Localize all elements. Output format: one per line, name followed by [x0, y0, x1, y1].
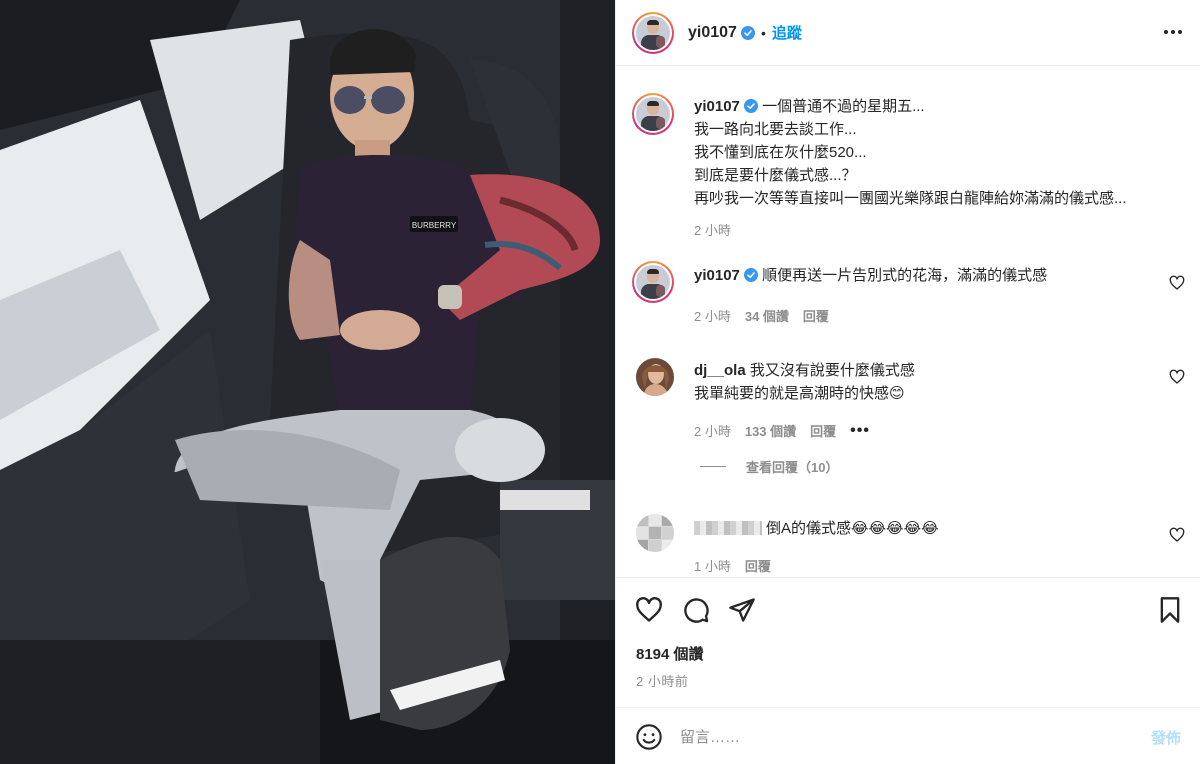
smiley-icon[interactable]	[635, 723, 663, 751]
author-username[interactable]: yi0107	[688, 24, 737, 42]
caption: yi0107 一個普通不過的星期五... 我一路向北要去談工作... 我不懂到底…	[632, 93, 1187, 243]
blurred-username	[694, 521, 762, 535]
post-photo[interactable]: BURBERRY	[0, 0, 615, 764]
comment-input[interactable]	[680, 722, 1120, 752]
header-separator: •	[760, 24, 766, 41]
comment-composer: 發佈	[616, 707, 1200, 764]
comment-timestamp: 2 小時	[694, 424, 731, 439]
post-detail-panel: yi0107 • 追蹤 yi0107 一個普通不過的星期五... 我一路向北要去…	[615, 0, 1200, 764]
post-header: yi0107 • 追蹤	[616, 0, 1200, 66]
caption-line: 我一路向北要去談工作...	[694, 121, 857, 138]
comment-text: 順便再送一片告別式的花海，滿滿的儀式感	[762, 267, 1048, 284]
post-comment-button[interactable]: 發佈	[1151, 727, 1181, 748]
bookmark-icon[interactable]	[1156, 596, 1184, 624]
comments-list[interactable]: yi0107 一個普通不過的星期五... 我一路向北要去談工作... 我不懂到底…	[616, 67, 1200, 576]
caption-username[interactable]: yi0107	[694, 98, 740, 115]
verified-badge-icon	[743, 99, 758, 113]
author-avatar[interactable]	[632, 11, 674, 54]
comment-item: dj__ola 我又沒有說要什麼儀式感 我單純要的就是高潮時的快感😊 2 小時 …	[632, 357, 1187, 467]
post-time: 2 小時前	[636, 674, 689, 689]
more-options-icon[interactable]	[1161, 22, 1185, 42]
view-replies-button[interactable]: 查看回覆（10）	[700, 457, 838, 476]
caption-avatar[interactable]	[632, 93, 674, 135]
view-replies-line	[700, 466, 726, 467]
heart-icon[interactable]	[1169, 275, 1185, 291]
heart-icon[interactable]	[635, 596, 663, 624]
comment-timestamp: 2 小時	[694, 309, 731, 324]
comment-item: yi0107 順便再送一片告別式的花海，滿滿的儀式感 2 小時 34 個讚 回覆	[632, 261, 1187, 331]
caption-timestamp: 2 小時	[694, 223, 731, 238]
verified-badge-icon	[743, 268, 758, 282]
likes-count[interactable]: 8194 個讚	[636, 643, 704, 664]
comment-username[interactable]: yi0107	[694, 267, 740, 284]
comment-text: 倒A的儀式感😂😂😂😂😂	[766, 520, 939, 537]
comment-text: 我單純要的就是高潮時的快感😊	[694, 385, 905, 402]
reply-button[interactable]: 回覆	[745, 556, 771, 575]
caption-line: 一個普通不過的星期五...	[762, 98, 925, 115]
comment-more-icon[interactable]: •••	[850, 422, 870, 440]
caption-line: 再吵我一次等等直接叫一團國光樂隊跟白龍陣給妳滿滿的儀式感...	[694, 190, 1127, 207]
reply-button[interactable]: 回覆	[803, 306, 829, 325]
comment-username[interactable]: dj__ola	[694, 362, 746, 379]
comment-avatar[interactable]	[632, 261, 674, 303]
heart-icon[interactable]	[1169, 369, 1185, 385]
view-replies-label: 查看回覆（10）	[746, 460, 839, 475]
comment-text: 我又沒有說要什麼儀式感	[749, 362, 915, 379]
verified-badge-icon	[740, 25, 755, 40]
comment-bubble-icon[interactable]	[682, 596, 710, 624]
comment-avatar[interactable]	[636, 514, 674, 552]
follow-button[interactable]: 追蹤	[772, 22, 802, 43]
caption-line: 我不懂到底在灰什麼520...	[694, 144, 867, 161]
action-bar: 8194 個讚 2 小時前	[616, 577, 1200, 707]
caption-line: 到底是要什麼儀式感...？	[694, 167, 857, 184]
comment-likes[interactable]: 133 個讚	[745, 421, 796, 440]
shirt-brand-label: BURBERRY	[412, 221, 457, 230]
comment-item: 倒A的儀式感😂😂😂😂😂 1 小時 回覆	[632, 514, 1187, 576]
heart-icon[interactable]	[1169, 527, 1185, 543]
comment-timestamp: 1 小時	[694, 559, 731, 574]
post-photo-illustration: BURBERRY	[0, 0, 615, 764]
comment-avatar[interactable]	[636, 358, 674, 396]
reply-button[interactable]: 回覆	[810, 421, 836, 440]
comment-likes[interactable]: 34 個讚	[745, 306, 789, 325]
paper-plane-icon[interactable]	[728, 596, 756, 624]
